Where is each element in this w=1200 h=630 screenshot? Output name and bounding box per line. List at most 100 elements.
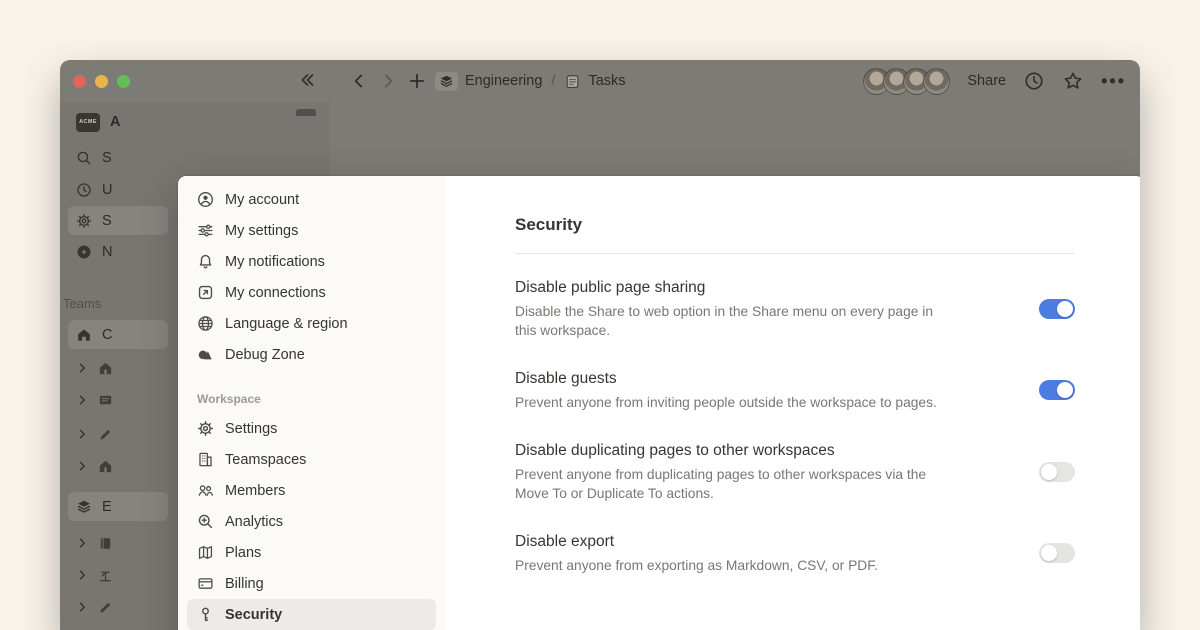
nav-item-billing[interactable]: Billing (187, 568, 436, 599)
chevron-right-icon (76, 460, 88, 472)
toggle-disable-duplicating-pages[interactable] (1039, 462, 1075, 482)
pencil-emoji-icon (98, 427, 113, 442)
nav-label: Members (225, 483, 285, 499)
minimize-window-button[interactable] (95, 75, 108, 88)
nav-item-my-settings[interactable]: My settings (187, 215, 436, 246)
layers-icon (439, 74, 454, 89)
page-doc-icon (564, 73, 581, 90)
sidebar-item-new: N (76, 237, 112, 267)
nav-label: Teamspaces (225, 452, 306, 468)
sidebar-page-row (76, 560, 113, 590)
setting-title: Disable public page sharing (515, 277, 947, 299)
setting-title: Disable guests (515, 368, 937, 390)
sidebar-workspace-switcher: ACME A (76, 107, 120, 137)
nav-label: My settings (225, 223, 298, 239)
close-window-button[interactable] (73, 75, 86, 88)
sidebar-label-truncated: S (102, 150, 112, 166)
nav-item-security[interactable]: Security (187, 599, 436, 630)
toggle-knob (1041, 545, 1057, 561)
share-button[interactable]: Share (967, 73, 1006, 89)
app-window: Engineering / Tasks Share (60, 60, 1140, 630)
chevron-right-icon (76, 601, 88, 613)
nav-label: My account (225, 192, 299, 208)
back-icon[interactable] (348, 70, 370, 92)
setting-disable-export: Disable export Prevent anyone from expor… (515, 531, 1075, 575)
toggle-knob (1057, 382, 1073, 398)
sidebar-page-row (76, 592, 113, 622)
sidebar-label-truncated: U (102, 182, 112, 198)
nav-section-workspace: Workspace (197, 392, 426, 406)
chevron-right-icon (76, 569, 88, 581)
nav-item-settings[interactable]: Settings (187, 413, 436, 444)
new-tab-plus-icon[interactable] (406, 70, 428, 92)
house-emoji-icon (98, 459, 113, 474)
nav-item-my-connections[interactable]: My connections (187, 277, 436, 308)
nav-item-teamspaces[interactable]: Teamspaces (187, 444, 436, 475)
setting-disable-duplicating-pages: Disable duplicating pages to other works… (515, 440, 1075, 503)
sidebar-teamspace-row (76, 353, 113, 383)
favorite-star-icon[interactable] (1062, 70, 1084, 92)
setting-description: Prevent anyone from inviting people outs… (515, 393, 937, 412)
nav-item-analytics[interactable]: Analytics (187, 506, 436, 537)
forward-icon[interactable] (377, 70, 399, 92)
workspace-name-truncated: A (110, 114, 120, 130)
toggle-disable-guests[interactable] (1039, 380, 1075, 400)
sidebar-section-teamspaces: Teams (63, 296, 101, 311)
book-emoji-icon (98, 536, 113, 551)
circle-badge-icon (76, 244, 92, 260)
setting-title: Disable duplicating pages to other works… (515, 440, 947, 462)
screenshot-stage: Engineering / Tasks Share (0, 0, 1200, 630)
settings-content: Security Disable public page sharing Dis… (445, 176, 1140, 630)
nav-label: Analytics (225, 514, 283, 530)
nav-item-plans[interactable]: Plans (187, 537, 436, 568)
pencil-emoji-icon (98, 600, 113, 615)
sidebar-item-settings: S (76, 206, 112, 236)
zoom-window-button[interactable] (117, 75, 130, 88)
nav-item-debug-zone[interactable]: Debug Zone (187, 339, 436, 370)
sidebar-label-truncated: S (102, 213, 112, 229)
nav-label: Plans (225, 545, 261, 561)
collaborator-avatars (863, 68, 950, 95)
nav-label: My connections (225, 285, 326, 301)
more-options-icon[interactable]: ••• (1101, 76, 1126, 86)
breadcrumb-page[interactable]: Tasks (588, 73, 625, 89)
chevron-right-icon (76, 537, 88, 549)
workspace-logo: ACME (76, 113, 100, 132)
breadcrumb-workspace-chip[interactable] (435, 72, 458, 91)
sidebar-teamspace-row (76, 451, 113, 481)
settings-modal: My account My settings My notifications … (178, 176, 1140, 630)
house-emoji-icon (98, 361, 113, 376)
breadcrumb-workspace[interactable]: Engineering (465, 73, 542, 89)
crane-emoji-icon (98, 568, 113, 583)
traffic-lights (73, 75, 130, 88)
nav-item-members[interactable]: Members (187, 475, 436, 506)
sidebar-label-truncated: N (102, 244, 112, 260)
setting-description: Prevent anyone from duplicating pages to… (515, 465, 947, 503)
sidebar-item-home: C (76, 320, 112, 350)
setting-title: Disable export (515, 531, 878, 553)
toggle-knob (1041, 464, 1057, 480)
chevron-right-icon (76, 362, 88, 374)
sidebar-label-truncated: C (102, 327, 112, 343)
nav-label: Billing (225, 576, 264, 592)
nav-item-my-notifications[interactable]: My notifications (187, 246, 436, 277)
nav-label: Settings (225, 421, 277, 437)
setting-description: Disable the Share to web option in the S… (515, 302, 947, 340)
nav-label: Language & region (225, 316, 348, 332)
setting-description: Prevent anyone from exporting as Markdow… (515, 556, 878, 575)
toggle-disable-public-page-sharing[interactable] (1039, 299, 1075, 319)
chevron-right-icon (76, 394, 88, 406)
chevron-right-icon (76, 428, 88, 440)
nav-item-my-account[interactable]: My account (187, 184, 436, 215)
toggle-disable-export[interactable] (1039, 543, 1075, 563)
clock-icon (76, 182, 92, 198)
nav-item-language-region[interactable]: Language & region (187, 308, 436, 339)
layers-icon (76, 499, 92, 515)
page-title: Security (515, 214, 1075, 236)
home-icon (76, 327, 92, 343)
nav-label: Security (225, 607, 282, 623)
sidebar-item-updates: U (76, 175, 112, 205)
history-clock-icon[interactable] (1023, 70, 1045, 92)
window-topbar: Engineering / Tasks Share (60, 60, 1140, 102)
sidebar-collapse-icon[interactable] (296, 69, 318, 91)
